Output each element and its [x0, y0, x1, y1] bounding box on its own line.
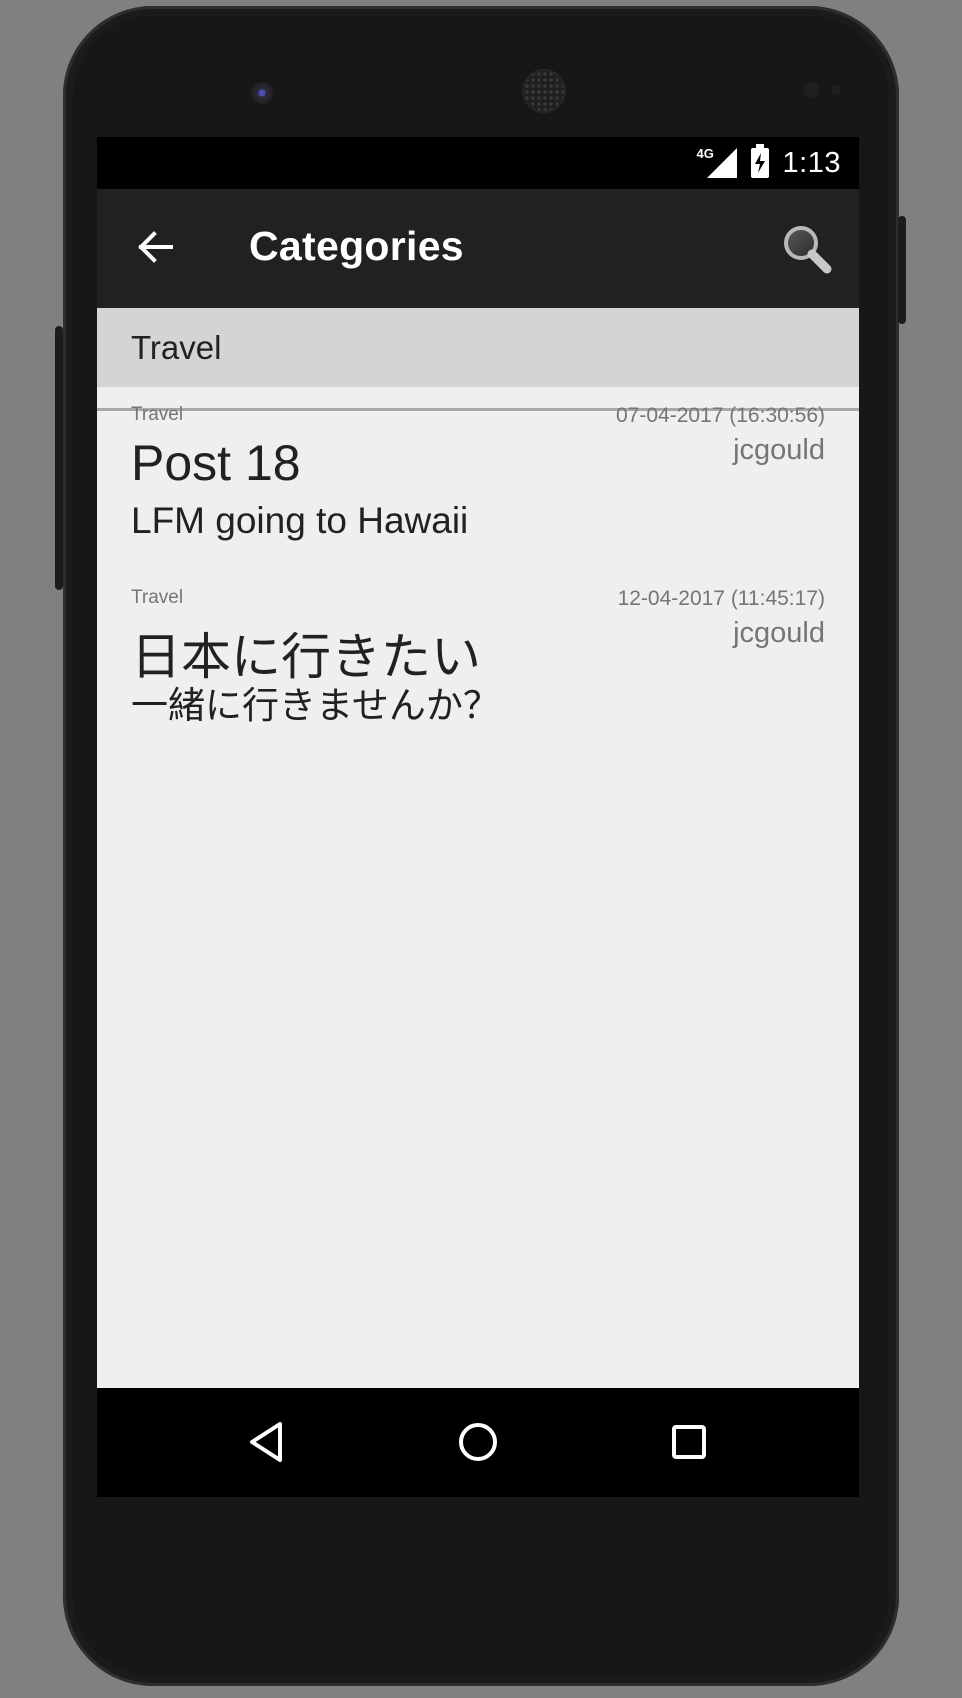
post-category: Travel	[131, 587, 184, 608]
app-bar: Categories	[97, 189, 859, 308]
light-sensor	[831, 85, 841, 95]
post-body: LFM going to Hawaii	[131, 500, 469, 541]
post-category: Travel	[131, 404, 184, 425]
earpiece-speaker	[524, 71, 564, 111]
category-header[interactable]: Travel	[97, 308, 859, 387]
nav-home-button[interactable]	[446, 1410, 510, 1474]
back-button[interactable]	[133, 225, 177, 269]
status-bar: 4G 1:13	[97, 137, 859, 189]
screen: 4G 1:13 Categories Travel Travel 07-04-2…	[97, 137, 859, 1497]
post-item[interactable]: Travel 12-04-2017 (11:45:17) jcgould 日本に…	[97, 587, 859, 747]
category-header-label: Travel	[131, 329, 222, 366]
post-author: jcgould	[733, 617, 825, 649]
post-date: 07-04-2017 (16:30:56)	[616, 404, 825, 427]
power-button	[898, 216, 906, 324]
nav-back-button[interactable]	[234, 1410, 298, 1474]
front-camera	[251, 82, 273, 104]
recents-square-icon	[672, 1425, 706, 1459]
status-time: 1:13	[782, 146, 841, 179]
nav-recents-button[interactable]	[657, 1410, 721, 1474]
navigation-bar	[97, 1388, 859, 1497]
back-arrow-icon	[138, 231, 173, 263]
posts-list: Travel Travel 07-04-2017 (16:30:56) jcgo…	[97, 308, 859, 1388]
post-author: jcgould	[733, 434, 825, 466]
battery-charging-icon	[750, 144, 769, 178]
volume-button	[55, 326, 63, 590]
back-triangle-icon	[250, 1422, 282, 1462]
search-icon	[784, 226, 832, 274]
post-title: Post 18	[131, 435, 301, 491]
search-button[interactable]	[781, 223, 833, 275]
signal-icon: 4G	[696, 146, 737, 178]
post-date: 12-04-2017 (11:45:17)	[617, 587, 825, 610]
post-body: 一緒に行きませんか？	[131, 685, 500, 726]
page-title: Categories	[249, 223, 464, 269]
home-circle-icon	[459, 1423, 497, 1461]
proximity-sensor	[803, 82, 819, 98]
network-type: 4G	[696, 146, 714, 161]
post-item[interactable]: Travel 07-04-2017 (16:30:56) jcgould Pos…	[97, 404, 859, 564]
